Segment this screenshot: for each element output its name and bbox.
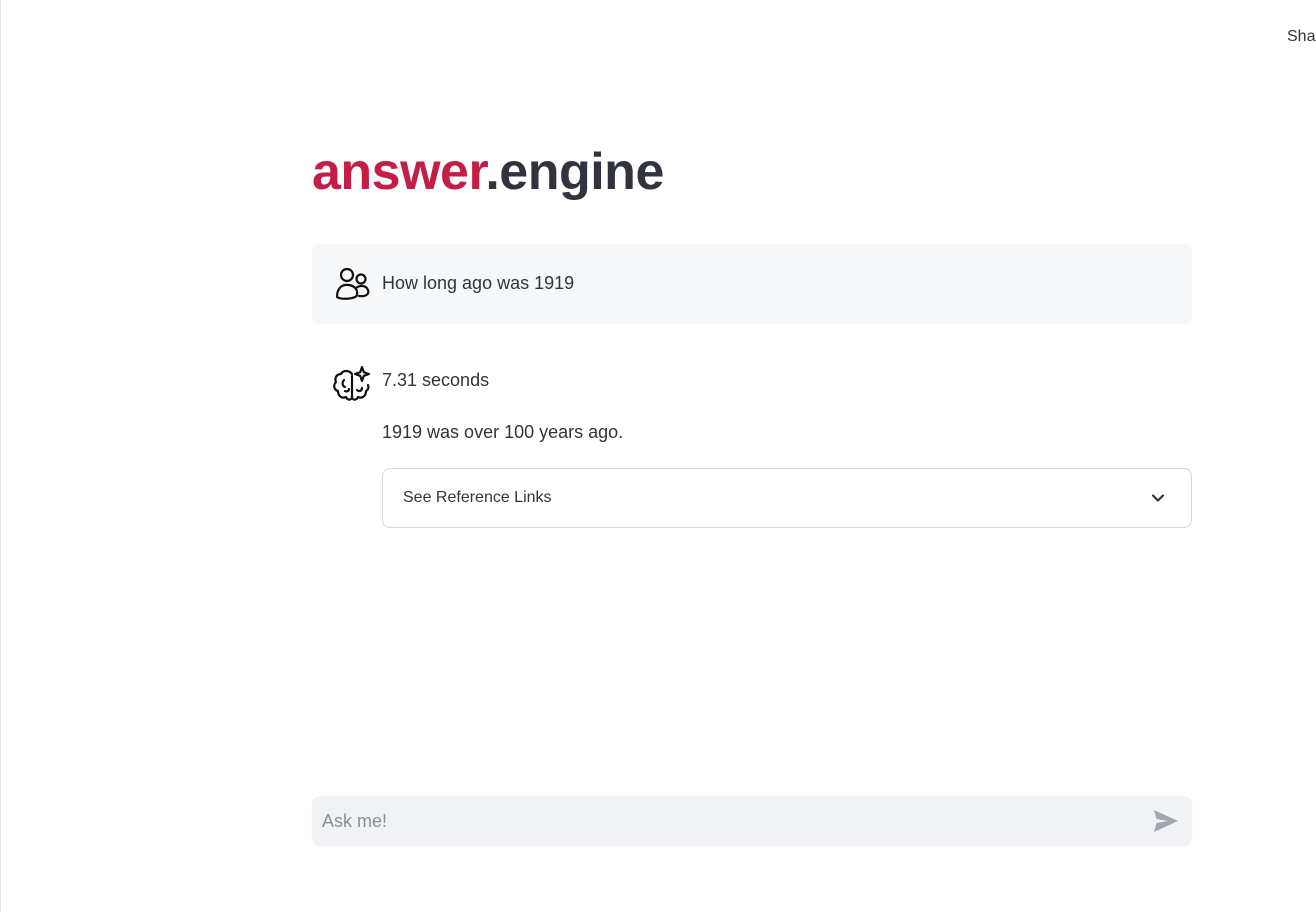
user-message: How long ago was 1919: [312, 244, 1192, 324]
user-message-text: How long ago was 1919: [382, 273, 575, 293]
assistant-answer-text: 1919 was over 100 years ago.: [382, 422, 624, 442]
reference-links-expander[interactable]: See Reference Links: [382, 468, 1192, 528]
title-accent: answer: [312, 143, 486, 201]
app-page: Shar answer.engine How long ago was 1919: [0, 0, 1316, 912]
chevron-down-icon[interactable]: [1149, 489, 1167, 507]
assistant-message: 7.31 seconds 1919 was over 100 years ago…: [312, 360, 1192, 540]
response-time: 7.31 seconds: [382, 370, 490, 390]
expander-label: See Reference Links: [403, 489, 552, 506]
chat-input[interactable]: [322, 796, 1122, 846]
chat-input-bar: [312, 796, 1192, 846]
title-rest: .engine: [485, 143, 664, 201]
send-icon[interactable]: [1152, 808, 1180, 834]
share-link[interactable]: Shar: [1287, 28, 1316, 46]
app-title: answer.engine: [312, 140, 664, 204]
brain-sparkle-icon: [331, 364, 371, 404]
users-icon: [332, 264, 372, 304]
